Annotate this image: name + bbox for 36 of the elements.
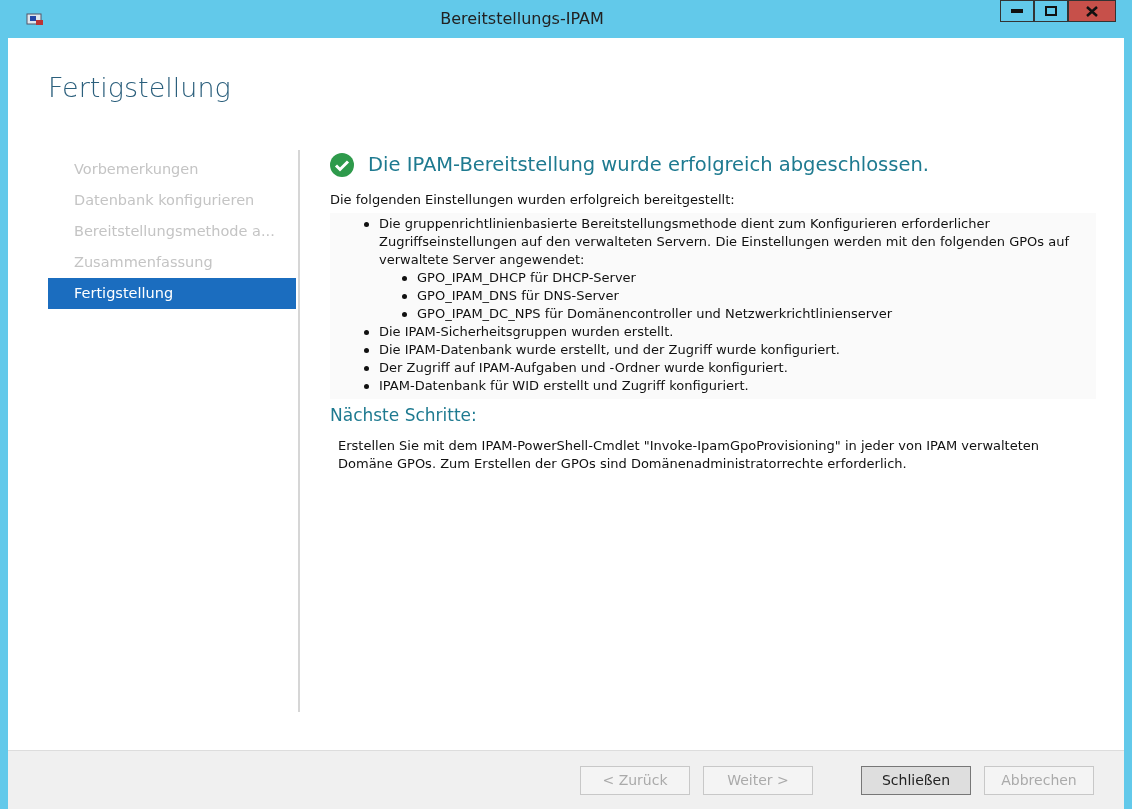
bullet-icon [402,294,407,300]
list-item: IPAM-Datenbank für WID erstellt und Zugriff konfiguriert. [379,377,749,396]
success-icon [330,152,354,177]
list-item: GPO_IPAM_DHCP für DHCP-Server [417,269,636,288]
bullet-icon [364,222,369,228]
wizard-step[interactable]: Zusammenfassung [48,247,296,278]
close-icon [1086,5,1098,17]
bullet-icon [402,276,407,282]
bullet-icon [402,312,407,318]
intro-text: Die folgenden Einstellungen wurden erfolgreich bereitgestellt: [330,191,736,210]
next-steps-text: Erstellen Sie mit dem IPAM-PowerShell-Cmdlet "Invoke-IpamGpoProvisioning" in jeder von IPAM verwalteten Domäne GPOs. Zum Erstellen der GPOs sind Domänenadministratorrechte erforderlich. [337,436,1041,473]
page-title: Fertigstellung [47,71,232,105]
result-heading: Die IPAM-Bereitstellung wurde erfolgreich abgeschlossen. [368,152,929,178]
wizard-step[interactable]: Fertigstellung [48,278,296,309]
section-heading: Nächste Schritte: [330,404,478,428]
list-item: Die IPAM-Sicherheitsgruppen wurden erstellt. [379,323,674,342]
bullet-icon [364,384,369,390]
maximize-button[interactable] [1034,0,1068,22]
bullet-icon [364,366,369,372]
minimize-icon [1011,9,1023,13]
close-button[interactable] [1068,0,1116,22]
wizard-step[interactable]: Bereitstellungsmethode a... [48,216,296,247]
list-item: Die gruppenrichtlinienbasierte Bereitstellungsmethode dient zum Konfigurieren erforderlicher Zugriffseinstellungen auf den verwalteten Servern. Die Einstellungen werden mit den folgenden GPOs auf verwaltete Server angewendet: [379,215,1071,270]
bullet-icon [364,330,369,336]
bullet-icon [364,348,369,354]
list-item: GPO_IPAM_DC_NPS für Domänencontroller und Netzwerkrichtlinienserver [417,305,893,324]
minimize-button[interactable] [1000,0,1034,22]
maximize-icon [1045,6,1057,16]
wizard-step[interactable]: Datenbank konfigurieren [48,185,296,216]
window-title: Bereitstellungs-IPAM [439,8,605,30]
wizard-step[interactable]: Vorbemerkungen [48,154,296,185]
app-icon [26,12,44,26]
list-item: GPO_IPAM_DNS für DNS-Server [417,287,619,306]
wizard-button[interactable]: Schließen [861,765,971,795]
list-item: Der Zugriff auf IPAM-Aufgaben und -Ordner wurde konfiguriert. [379,359,788,378]
list-item: Die IPAM-Datenbank wurde erstellt, und der Zugriff wurde konfiguriert. [379,341,840,360]
